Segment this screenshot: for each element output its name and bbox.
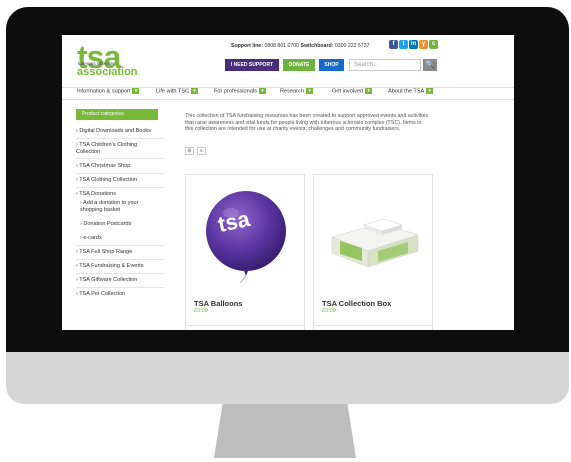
support-label: Support line: <box>231 43 263 49</box>
website-screen: tsa association tuberous sclerosis Suppo… <box>62 35 514 330</box>
youtube-icon[interactable]: y <box>419 40 428 49</box>
shop-button[interactable]: SHOP <box>319 59 344 71</box>
logo-subtitle: tuberous sclerosis <box>78 61 115 66</box>
sidebar-item-digital-downloads[interactable]: › Digital Downloads and Books <box>76 128 164 135</box>
grid-view-icon[interactable]: ⊞ <box>185 147 194 155</box>
divider <box>76 259 164 260</box>
sidebar-item-pet-collection[interactable]: › TSA Pet Collection <box>76 291 164 298</box>
divider <box>186 325 306 326</box>
sidebar-item-donation-postcards[interactable]: › Donation Postcards <box>80 221 168 228</box>
sidebar-item-christmas-shop[interactable]: › TSA Christmas Shop <box>76 163 164 170</box>
chevron-down-icon: ▾ <box>258 88 266 94</box>
chevron-down-icon: ▾ <box>305 88 313 94</box>
product-categories-heading: Product categories <box>76 109 158 120</box>
product-title[interactable]: TSA Balloons <box>194 299 242 308</box>
chevron-down-icon: ▾ <box>365 88 373 94</box>
support-number[interactable]: 0808 801 0700 <box>264 43 299 49</box>
divider <box>76 173 164 174</box>
divider <box>76 245 164 246</box>
twitter-icon[interactable]: t <box>399 40 408 49</box>
collection-box-image <box>331 218 419 268</box>
chevron-down-icon: ▾ <box>426 88 434 94</box>
need-support-button[interactable]: I NEED SUPPORT <box>225 59 279 71</box>
product-card-collection-box[interactable]: TSA Collection Box £0.00 <box>313 174 434 330</box>
search-icon[interactable]: 🔍 <box>423 59 437 71</box>
product-price: £0.00 <box>322 308 336 314</box>
divider <box>76 287 164 288</box>
sidebar-item-full-shop-range[interactable]: › TSA Full Shop Range <box>76 249 164 256</box>
list-view-icon[interactable]: ≡ <box>197 147 206 155</box>
divider <box>314 325 434 326</box>
divider <box>76 273 164 274</box>
donate-button[interactable]: DONATE <box>283 59 315 71</box>
sidebar-item-add-donation[interactable]: › Add a donation to your shopping basket <box>80 200 152 213</box>
nav-for-professionals[interactable]: For professionals ▾ <box>214 88 266 94</box>
divider <box>76 138 164 139</box>
sidebar-item-fundraising-events[interactable]: › TSA Fundraising & Events <box>76 263 164 270</box>
monitor-stand <box>214 404 356 458</box>
support-line: Support line: 0808 801 0700 Switchboard:… <box>231 43 369 49</box>
nav-about-the-tsa[interactable]: About the TSA ▾ <box>388 88 434 94</box>
product-card-balloons[interactable]: tsa TSA Balloons £0.00 <box>185 174 306 330</box>
divider <box>76 158 164 159</box>
logo-association-text: association <box>77 66 138 78</box>
facebook-icon[interactable]: f <box>389 40 398 49</box>
chevron-down-icon: ▾ <box>132 88 140 94</box>
chevron-down-icon: ▾ <box>191 88 199 94</box>
product-price: £0.00 <box>194 308 208 314</box>
collection-intro-text: This collection of TSA fundraising resou… <box>185 113 429 132</box>
product-title[interactable]: TSA Collection Box <box>322 299 391 308</box>
balloon-image <box>206 191 286 283</box>
divider <box>76 187 164 188</box>
sidebar-item-giftware-collection[interactable]: › TSA Giftware Collection <box>76 277 164 284</box>
search-input[interactable]: Search... <box>349 59 421 71</box>
nav-research[interactable]: Research ▾ <box>280 88 313 94</box>
switchboard-label: Switchboard: <box>300 43 334 49</box>
switchboard-number[interactable]: 0300 222 5737 <box>335 43 370 49</box>
sidebar-item-clothing-collection[interactable]: › TSA Clothing Collection <box>76 177 164 184</box>
nav-get-involved[interactable]: Get involved ▾ <box>332 88 373 94</box>
sidebar-item-childrens-clothing[interactable]: › TSA Children's Clothing Collection <box>76 142 156 155</box>
linkedin-icon[interactable]: in <box>409 40 418 49</box>
nav-information-support[interactable]: Information & support ▾ <box>77 88 140 94</box>
sidebar-item-donations[interactable]: › TSA Donations <box>76 191 164 198</box>
monitor-chin <box>6 352 569 404</box>
contact-icon[interactable]: c <box>429 40 438 49</box>
nav-life-with-tsc[interactable]: Life with TSC ▾ <box>156 88 199 94</box>
sidebar-item-ecards[interactable]: › e-cards <box>80 235 168 242</box>
